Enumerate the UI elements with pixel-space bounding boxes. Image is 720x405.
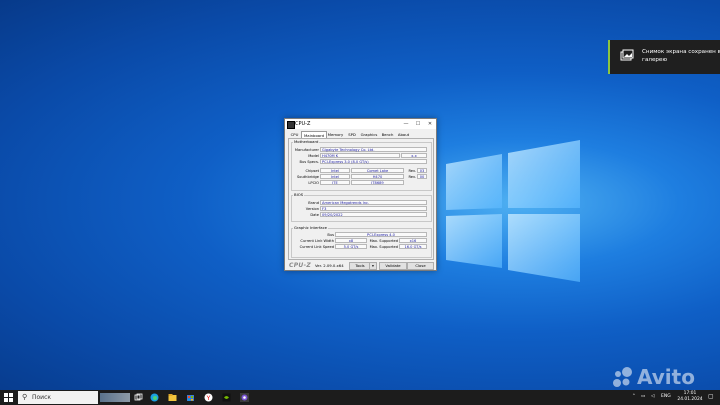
max-speed-label: Max. Supported bbox=[369, 245, 398, 249]
bios-date-label: Date bbox=[310, 213, 319, 217]
yandex-browser-icon[interactable]: Y bbox=[204, 393, 213, 402]
link-speed-label: Current Link Speed bbox=[299, 245, 334, 249]
store-icon[interactable] bbox=[186, 393, 195, 402]
cpuz-app-icon bbox=[287, 121, 295, 129]
mainboard-panel: Motherboard Manufacturer Gigabyte Techno… bbox=[288, 138, 434, 260]
windows-start-icon[interactable] bbox=[4, 393, 13, 402]
clock-date: 24.01.2024 bbox=[677, 397, 703, 402]
model-rev-value: x.x bbox=[401, 153, 427, 158]
task-view-icon[interactable] bbox=[134, 393, 143, 402]
taskbar-clock[interactable]: 17:01 24.01.2024 bbox=[676, 391, 704, 403]
nvidia-icon[interactable] bbox=[222, 393, 231, 402]
bios-group-label: BIOS bbox=[293, 192, 305, 197]
tab-bench[interactable]: Bench bbox=[380, 131, 395, 138]
chipset-rev-label: Rev. bbox=[408, 169, 416, 173]
bus-specs-value: PCI-Express 3.0 (8.0 GT/s) bbox=[320, 159, 427, 164]
gi-bus-label: Bus bbox=[327, 233, 334, 237]
link-width-value: x8 bbox=[335, 238, 367, 243]
notification-text: Снимок экрана сохранен в галерею bbox=[642, 49, 720, 63]
model-label: Model bbox=[308, 154, 319, 158]
windows-logo-wallpaper bbox=[446, 140, 580, 282]
bios-brand-value: American Megatrends Inc. bbox=[320, 200, 427, 205]
bios-date-value: 09/20/2022 bbox=[320, 212, 427, 217]
southbridge-rev-value: 00 bbox=[417, 174, 427, 179]
edge-browser-icon[interactable] bbox=[150, 393, 159, 402]
avito-watermark: Avito bbox=[612, 364, 712, 390]
link-width-label: Current Link Width bbox=[300, 239, 334, 243]
title-bar[interactable]: CPU-Z — ☐ ✕ bbox=[285, 119, 436, 129]
volume-icon[interactable]: ◁ bbox=[651, 394, 654, 399]
tab-spd[interactable]: SPD bbox=[346, 131, 358, 138]
svg-text:Y: Y bbox=[206, 395, 211, 402]
tab-cpu[interactable]: CPU bbox=[288, 131, 301, 138]
chipset-vendor-value: Intel bbox=[320, 168, 350, 173]
screenshot-gallery-icon bbox=[620, 49, 634, 61]
validate-button[interactable]: Validate bbox=[379, 261, 407, 270]
lpcio-label: LPCIO bbox=[308, 181, 319, 185]
cpuz-taskbar-icon[interactable] bbox=[240, 393, 249, 402]
bios-brand-label: Brand bbox=[308, 201, 319, 205]
close-button[interactable]: Close bbox=[407, 261, 434, 270]
close-window-button[interactable]: ✕ bbox=[424, 119, 436, 129]
bus-specs-label: Bus Specs. bbox=[299, 160, 319, 164]
max-speed-value: 16.0 GT/s bbox=[399, 244, 427, 249]
max-width-label: Max. Supported bbox=[369, 239, 398, 243]
cpuz-brand-logo: CPU-Z bbox=[289, 262, 312, 269]
taskbar-search-box[interactable]: ⚲ Поиск bbox=[18, 391, 98, 404]
tray-chevron-icon[interactable]: ⌃ bbox=[632, 394, 636, 399]
graphic-interface-group-label: Graphic Interface bbox=[293, 225, 328, 230]
southbridge-vendor-value: Intel bbox=[320, 174, 350, 179]
chipset-rev-value: 03 bbox=[417, 168, 427, 173]
file-explorer-icon[interactable] bbox=[168, 393, 177, 402]
widgets-icon[interactable] bbox=[100, 393, 130, 402]
minimize-button[interactable]: — bbox=[400, 119, 412, 129]
avito-text: Avito bbox=[637, 365, 695, 389]
taskbar: ⚲ Поиск Y ⌃ ▭ ◁ ENG 17:01 24.01.2024 ▢ bbox=[0, 390, 720, 405]
tab-graphics[interactable]: Graphics bbox=[359, 131, 379, 138]
cpuz-footer: CPU-Z Ver. 2.09.0.x64 Tools ▾ Validate C… bbox=[285, 259, 436, 270]
link-speed-value: 5.0 GT/s bbox=[335, 244, 367, 249]
model-value: H470M K bbox=[320, 153, 400, 158]
language-indicator[interactable]: ENG bbox=[661, 394, 671, 399]
bios-version-value: F3 bbox=[320, 206, 427, 211]
screenshot-notification[interactable]: Снимок экрана сохранен в галерею bbox=[608, 40, 720, 74]
cpuz-window[interactable]: CPU-Z — ☐ ✕ CPU Mainboard Memory SPD Gra… bbox=[284, 118, 437, 271]
tools-button[interactable]: Tools bbox=[349, 261, 371, 270]
southbridge-label: Southbridge bbox=[297, 175, 319, 179]
search-placeholder: Поиск bbox=[32, 394, 52, 401]
search-icon: ⚲ bbox=[22, 393, 28, 401]
southbridge-name-value: H470 bbox=[351, 174, 404, 179]
avito-dots-icon bbox=[613, 367, 632, 387]
version-text: Ver. 2.09.0.x64 bbox=[315, 263, 344, 268]
max-width-value: x16 bbox=[399, 238, 427, 243]
network-icon[interactable]: ▭ bbox=[641, 394, 645, 399]
tab-memory[interactable]: Memory bbox=[326, 131, 345, 138]
lpcio-vendor-value: ITE bbox=[320, 180, 350, 185]
gi-bus-value: PCI-Express 4.0 bbox=[335, 232, 427, 237]
manufacturer-value: Gigabyte Technology Co. Ltd. bbox=[320, 147, 427, 152]
lpcio-name-value: IT8689 bbox=[351, 180, 404, 185]
notification-center-icon[interactable]: ▢ bbox=[708, 393, 714, 400]
chipset-label: Chipset bbox=[305, 169, 319, 173]
manufacturer-label: Manufacturer bbox=[294, 148, 319, 152]
maximize-button[interactable]: ☐ bbox=[412, 119, 424, 129]
southbridge-rev-label: Rev. bbox=[408, 175, 416, 179]
tools-dropdown-arrow-icon[interactable]: ▾ bbox=[369, 261, 377, 270]
motherboard-group-label: Motherboard bbox=[293, 139, 320, 144]
window-title: CPU-Z bbox=[295, 120, 311, 127]
bios-version-label: Version bbox=[305, 207, 319, 211]
tab-about[interactable]: About bbox=[396, 131, 411, 138]
chipset-name-value: Comet Lake bbox=[351, 168, 404, 173]
